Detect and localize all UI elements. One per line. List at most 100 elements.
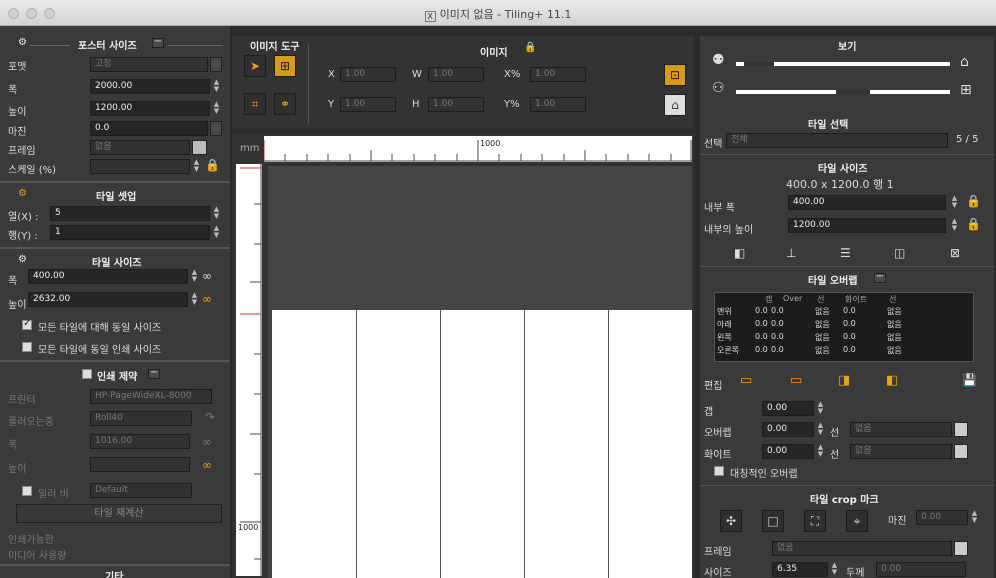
lock-icon[interactable]: 🔒 bbox=[966, 194, 981, 208]
tile-height-field[interactable]: 2632.00 bbox=[28, 292, 188, 307]
pan-slider-thumb[interactable] bbox=[836, 90, 870, 94]
crop-frame-swatch[interactable] bbox=[954, 541, 968, 556]
poster-height-field[interactable]: 1200.00 bbox=[90, 101, 210, 116]
crop-inner-icon[interactable]: ✣ bbox=[720, 510, 742, 532]
link-icon[interactable]: ∞ bbox=[202, 435, 212, 449]
gap-field[interactable]: 0.00 bbox=[762, 401, 814, 416]
same-size-checkbox[interactable] bbox=[22, 318, 32, 330]
link-icon[interactable]: ∞ bbox=[202, 458, 212, 472]
cols-field[interactable]: 5 bbox=[50, 206, 210, 221]
gear-icon[interactable]: ⚙ bbox=[18, 37, 27, 48]
chain-link-icon[interactable]: ⚭ bbox=[274, 93, 296, 115]
inner-height-field[interactable]: 1200.00 bbox=[788, 218, 946, 233]
stepper-icon[interactable]: ▲ ▼ bbox=[212, 225, 221, 240]
stepper-icon[interactable]: ▲ ▼ bbox=[816, 401, 825, 416]
stepper-icon[interactable]: ▲ ▼ bbox=[190, 292, 199, 307]
stepper-icon[interactable]: ▲ ▼ bbox=[816, 444, 825, 459]
line-color-swatch[interactable] bbox=[954, 422, 968, 437]
distribute-vertical-icon[interactable]: ☰ bbox=[840, 246, 851, 260]
white-field[interactable]: 0.00 bbox=[762, 444, 814, 459]
edge-right-icon[interactable]: ◧ bbox=[886, 373, 898, 388]
frame-select[interactable]: 없음 bbox=[90, 140, 190, 155]
print-limit-checkbox[interactable] bbox=[82, 369, 92, 379]
margin-more-button[interactable] bbox=[210, 121, 222, 136]
scale-field[interactable] bbox=[90, 159, 190, 174]
same-print-checkbox[interactable] bbox=[22, 342, 32, 352]
line2-select[interactable]: 없음 bbox=[850, 444, 952, 459]
stepper-icon[interactable]: ▲ ▼ bbox=[212, 206, 221, 221]
lock-icon[interactable]: 🔒 bbox=[205, 158, 220, 172]
select-arrow-icon[interactable]: ➤ bbox=[244, 55, 266, 77]
stepper-icon[interactable]: ▲ ▼ bbox=[950, 195, 959, 210]
poster-width-field[interactable]: 2000.00 bbox=[90, 79, 210, 94]
image-fit-icon[interactable]: ⊡ bbox=[664, 64, 686, 86]
crop-corners-icon[interactable]: ⛶ bbox=[804, 510, 826, 532]
recalc-tiles-button[interactable]: 타일 재계산 bbox=[16, 504, 222, 523]
y-field[interactable]: 1.00 bbox=[340, 97, 396, 112]
stepper-icon[interactable]: ▲ ▼ bbox=[816, 422, 825, 437]
stepper-icon[interactable]: ▲ ▼ bbox=[190, 269, 199, 284]
stepper-icon[interactable]: ▲ ▼ bbox=[212, 101, 221, 116]
zoom-in-icon[interactable]: ⚇ bbox=[712, 80, 725, 96]
save-icon[interactable]: 💾 bbox=[962, 373, 977, 387]
align-left-icon[interactable]: ◧ bbox=[734, 246, 745, 260]
gear-icon[interactable]: ⚙ bbox=[18, 254, 27, 265]
tile-select-dropdown[interactable]: 전체 bbox=[726, 133, 948, 148]
crop-icon[interactable]: ⌗ bbox=[244, 93, 266, 115]
inner-width-field[interactable]: 400.00 bbox=[788, 195, 946, 210]
margin-field[interactable]: 0.0 bbox=[90, 121, 208, 136]
link-icon[interactable]: ∞ bbox=[202, 269, 212, 283]
home-icon[interactable]: ⌂ bbox=[664, 94, 686, 116]
lock-icon[interactable]: 🔒 bbox=[524, 42, 536, 53]
link-icon[interactable]: ∞ bbox=[202, 292, 212, 306]
line2-color-swatch[interactable] bbox=[954, 444, 968, 459]
edge-bottom-icon[interactable]: ▭ bbox=[790, 373, 802, 388]
lock-icon[interactable]: 🔒 bbox=[966, 217, 981, 231]
tile-width-field[interactable]: 400.00 bbox=[28, 269, 188, 284]
zoom-slider-thumb[interactable] bbox=[744, 62, 774, 66]
print-width-field[interactable]: 1016.00 bbox=[90, 434, 190, 449]
paper-select[interactable]: Default bbox=[90, 483, 192, 498]
crop-thickness-field[interactable]: 0.00 bbox=[876, 562, 966, 577]
ypct-field[interactable]: 1.00 bbox=[530, 97, 586, 112]
paper-checkbox[interactable] bbox=[22, 486, 32, 496]
align-bottom-icon[interactable]: ⊥ bbox=[786, 246, 796, 260]
grid-view-icon[interactable]: ⊞ bbox=[960, 82, 972, 98]
x-field[interactable]: 1.00 bbox=[340, 67, 396, 82]
stepper-icon[interactable]: ▲ ▼ bbox=[970, 510, 979, 525]
overlap-field[interactable]: 0.00 bbox=[762, 422, 814, 437]
zoom-out-icon[interactable]: ⚉ bbox=[712, 52, 725, 68]
h-field[interactable]: 1.00 bbox=[428, 97, 484, 112]
zoom-slider[interactable] bbox=[736, 62, 950, 66]
collapse-overlap-button[interactable]: − bbox=[874, 272, 886, 283]
collapse-print-button[interactable]: − bbox=[148, 368, 160, 379]
printer-select[interactable]: HP-PageWideXL-8000 bbox=[90, 389, 212, 404]
distribute-horizontal-icon[interactable]: ◫ bbox=[894, 246, 905, 260]
print-height-field[interactable] bbox=[90, 457, 190, 472]
xpct-field[interactable]: 1.00 bbox=[530, 67, 586, 82]
crop-size-field[interactable]: 6.35 bbox=[772, 562, 828, 577]
line-select[interactable]: 없음 bbox=[850, 422, 952, 437]
crop-frame-select[interactable]: 없음 bbox=[772, 541, 952, 556]
crop-target-icon[interactable]: ⌖ bbox=[846, 510, 868, 532]
stepper-icon[interactable]: ▲ ▼ bbox=[192, 159, 201, 174]
poster-page[interactable] bbox=[272, 310, 692, 578]
roll-select[interactable]: Roll40 bbox=[90, 411, 192, 426]
frame-color-swatch[interactable] bbox=[192, 140, 207, 155]
stepper-icon[interactable]: ▲ ▼ bbox=[212, 79, 221, 94]
stepper-icon[interactable]: ▲ ▼ bbox=[950, 218, 959, 233]
symmetric-overlap-checkbox[interactable] bbox=[714, 466, 724, 476]
format-more-button[interactable] bbox=[210, 57, 222, 72]
edge-top-icon[interactable]: ▭ bbox=[740, 373, 752, 388]
rows-field[interactable]: 1 bbox=[50, 225, 210, 240]
refresh-icon[interactable]: ↷ bbox=[205, 410, 215, 424]
edge-left-icon[interactable]: ◨ bbox=[838, 373, 850, 388]
crop-margin-field[interactable]: 0.00 bbox=[916, 510, 968, 525]
reset-icon[interactable]: ⊠ bbox=[950, 246, 960, 260]
w-field[interactable]: 1.00 bbox=[428, 67, 484, 82]
pan-slider[interactable] bbox=[736, 90, 950, 94]
format-select[interactable]: 고정 bbox=[90, 57, 208, 72]
crop-square-icon[interactable]: □ bbox=[762, 510, 784, 532]
collapse-poster-button[interactable]: − bbox=[152, 37, 164, 48]
fit-image-icon[interactable]: ⊞ bbox=[274, 55, 296, 77]
